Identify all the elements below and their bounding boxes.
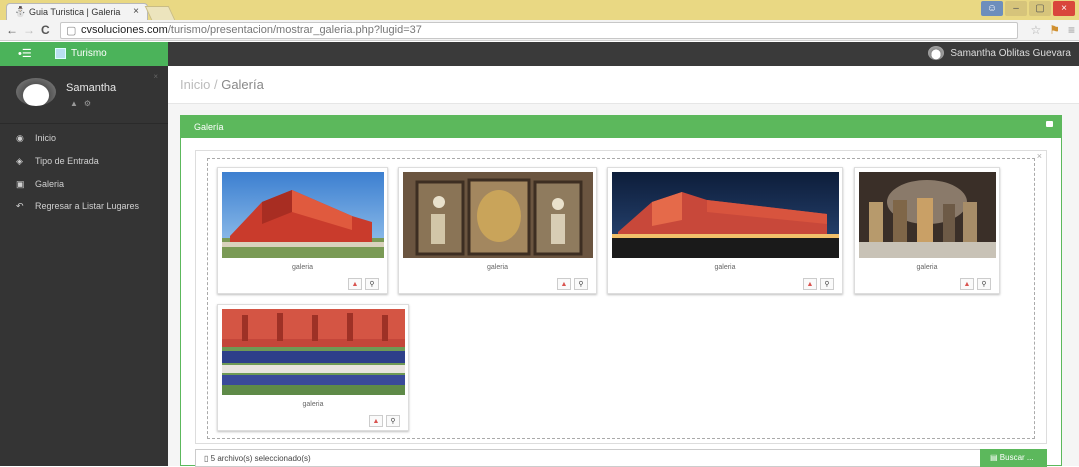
delete-icon[interactable]: ▲ <box>557 278 571 290</box>
reply-icon: ↶ <box>16 201 24 211</box>
file-selection-status: 5 archivo(s) seleccionado(s) <box>210 454 311 463</box>
delete-icon[interactable]: ▲ <box>369 415 383 427</box>
sidebar-item-galeria[interactable]: ▣ Galeria <box>0 174 168 196</box>
browser-toolbar: ← → C ▢ cvsoluciones.com/turismo/present… <box>0 20 1079 41</box>
image-actions: ▲ ⚲ <box>960 278 991 290</box>
browser-tab-title: Guia Turistica | Galeria <box>29 7 121 17</box>
browse-button[interactable]: ▤ Buscar ... <box>980 449 1047 467</box>
gallery-card: galeria ▲ ⚲ <box>398 167 597 294</box>
browser-tab[interactable]: ⛄ Guia Turistica | Galeria × <box>6 3 148 20</box>
extension-icon[interactable]: ⚑ <box>1049 23 1060 37</box>
sidebar-profile: × Samantha ▲⚙ <box>0 66 168 124</box>
gallery-panel: Galería × galeria ▲ ⚲ galeria ▲ ⚲ galeri… <box>180 115 1062 467</box>
image-actions: ▲ ⚲ <box>803 278 834 290</box>
delete-icon[interactable]: ▲ <box>803 278 817 290</box>
sidebar: × Samantha ▲⚙ ◉ Inicio ◈ Tipo de Entrada… <box>0 66 168 466</box>
file-input-bar[interactable]: ▯ 5 archivo(s) seleccionado(s) ▤ Buscar … <box>195 449 1047 467</box>
breadcrumb-current: Galería <box>221 77 264 92</box>
profile-close-icon[interactable]: × <box>153 72 158 81</box>
window-controls: ☺ – ▢ × <box>981 1 1075 17</box>
dashboard-icon: ◉ <box>16 133 24 143</box>
profile-actions: ▲⚙ <box>70 99 97 108</box>
file-preview-zone: × galeria ▲ ⚲ galeria ▲ ⚲ galeria ▲ ⚲ ga… <box>195 150 1047 444</box>
browser-user-icon[interactable]: ☺ <box>981 1 1003 16</box>
main-content: Inicio / Galería Galería × galeria ▲ ⚲ g… <box>168 66 1079 467</box>
address-bar[interactable]: ▢ cvsoluciones.com/turismo/presentacion/… <box>60 22 1018 39</box>
image-caption: galeria <box>302 401 324 408</box>
menu-toggle-icon[interactable]: •☰ <box>18 47 32 60</box>
image-actions: ▲ ⚲ <box>557 278 588 290</box>
panel-collapse-icon[interactable] <box>1046 121 1053 127</box>
user-name: Samantha Oblitas Guevara <box>950 47 1071 59</box>
gallery-image[interactable] <box>859 172 996 258</box>
close-window-button[interactable]: × <box>1053 1 1075 16</box>
maximize-button[interactable]: ▢ <box>1029 1 1051 16</box>
back-icon[interactable]: ← <box>6 23 18 37</box>
new-tab-button[interactable] <box>144 6 176 20</box>
zoom-icon[interactable]: ⚲ <box>820 278 834 290</box>
breadcrumb: Inicio / Galería <box>168 66 1079 104</box>
preview-close-icon[interactable]: × <box>1037 151 1042 161</box>
brand-name[interactable]: Turismo <box>71 48 107 59</box>
bookmark-star-icon[interactable]: ☆ <box>1030 23 1041 37</box>
tab-close-icon[interactable]: × <box>133 6 139 17</box>
delete-icon[interactable]: ▲ <box>348 278 362 290</box>
profile-user-icon[interactable]: ▲ <box>70 99 84 108</box>
forward-icon[interactable]: → <box>23 23 35 37</box>
profile-settings-icon[interactable]: ⚙ <box>84 99 97 108</box>
sidebar-item-label: Regresar a Listar Lugares <box>35 201 140 211</box>
user-avatar <box>928 46 945 60</box>
browser-actions: ☆ ⚑ ≡ <box>1030 23 1075 37</box>
url-path: /turismo/presentacion/mostrar_galeria.ph… <box>167 24 422 36</box>
zoom-icon[interactable]: ⚲ <box>574 278 588 290</box>
zoom-icon[interactable]: ⚲ <box>365 278 379 290</box>
url-host: cvsoluciones.com <box>81 24 168 36</box>
gallery-image[interactable] <box>403 172 593 258</box>
user-menu[interactable]: Samantha Oblitas Guevara <box>928 46 1071 60</box>
folder-open-icon: ▤ <box>990 453 998 462</box>
breadcrumb-home[interactable]: Inicio <box>180 77 210 92</box>
file-icon: ▯ <box>204 454 209 463</box>
browser-tab-strip: ⛄ Guia Turistica | Galeria × ☺ – ▢ × <box>0 0 1079 20</box>
tag-icon: ◈ <box>16 156 23 166</box>
app-top-navbar: •☰ Turismo Samantha Oblitas Guevara <box>0 42 1079 66</box>
drop-zone[interactable]: galeria ▲ ⚲ galeria ▲ ⚲ galeria ▲ ⚲ gale… <box>207 158 1035 439</box>
profile-avatar <box>16 78 56 106</box>
brand-bar: •☰ Turismo <box>0 42 168 66</box>
gallery-card: galeria ▲ ⚲ <box>217 167 388 294</box>
reload-icon[interactable]: C <box>41 23 50 37</box>
gallery-image[interactable] <box>222 309 405 395</box>
panel-title: Galería <box>194 122 224 132</box>
chrome-menu-icon[interactable]: ≡ <box>1068 23 1075 37</box>
brand-logo-icon <box>55 48 66 59</box>
image-caption: galeria <box>486 264 508 271</box>
image-actions: ▲ ⚲ <box>348 278 379 290</box>
image-icon: ▣ <box>16 179 25 189</box>
minimize-button[interactable]: – <box>1005 1 1027 16</box>
sidebar-item-tipo-entrada[interactable]: ◈ Tipo de Entrada <box>0 151 168 173</box>
zoom-icon[interactable]: ⚲ <box>386 415 400 427</box>
profile-name: Samantha <box>66 82 117 94</box>
sidebar-item-regresar[interactable]: ↶ Regresar a Listar Lugares <box>0 196 168 218</box>
gallery-image[interactable] <box>222 172 384 258</box>
image-actions: ▲ ⚲ <box>369 415 400 427</box>
browse-button-label: Buscar ... <box>999 453 1034 462</box>
page-icon: ▢ <box>66 25 77 37</box>
gallery-card: galeria ▲ ⚲ <box>607 167 843 294</box>
sidebar-item-inicio[interactable]: ◉ Inicio <box>0 128 168 150</box>
delete-icon[interactable]: ▲ <box>960 278 974 290</box>
gallery-image[interactable] <box>612 172 839 258</box>
sidebar-item-label: Tipo de Entrada <box>35 156 99 166</box>
image-caption: galeria <box>291 264 313 271</box>
image-caption: galeria <box>916 264 938 271</box>
sidebar-item-label: Inicio <box>35 133 57 143</box>
breadcrumb-separator: / <box>210 77 222 92</box>
panel-header: Galería <box>181 116 1061 138</box>
image-caption: galeria <box>714 264 736 271</box>
gallery-card: galeria ▲ ⚲ <box>854 167 1000 294</box>
gallery-card: galeria ▲ ⚲ <box>217 304 409 431</box>
zoom-icon[interactable]: ⚲ <box>977 278 991 290</box>
sidebar-item-label: Galeria <box>35 179 65 189</box>
site-favicon-icon: ⛄ <box>14 7 27 18</box>
